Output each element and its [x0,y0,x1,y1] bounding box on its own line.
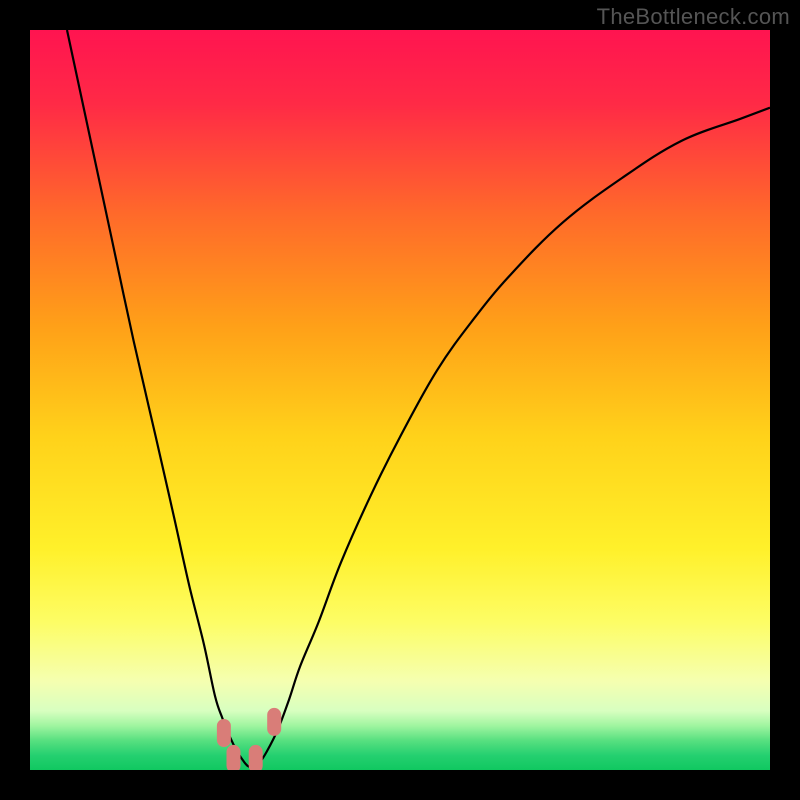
curve-layer [30,30,770,770]
plot-area [30,30,770,770]
marker-right-ascent [267,708,281,736]
bottleneck-curve [67,30,770,767]
marker-left-descent [217,719,231,747]
chart-stage: TheBottleneck.com [0,0,800,800]
marker-valley-left [227,745,241,770]
watermark-text: TheBottleneck.com [597,4,790,30]
marker-valley-right [249,745,263,770]
markers [217,708,281,770]
